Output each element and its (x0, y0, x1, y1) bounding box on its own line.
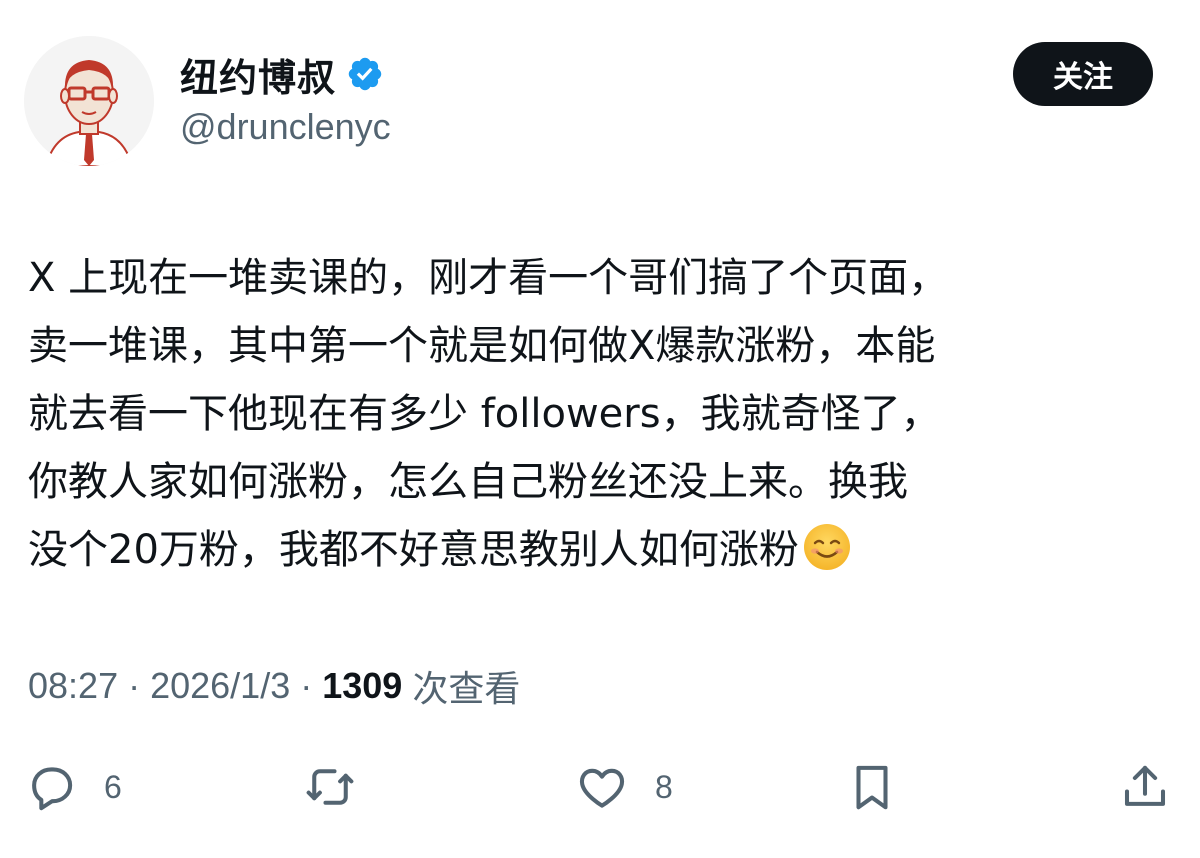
like-button[interactable]: 8 (575, 758, 673, 816)
bookmark-button[interactable] (845, 758, 925, 816)
tweet-time[interactable]: 08:27 (28, 665, 118, 707)
avatar-illustration (24, 36, 154, 166)
tweet-line-last: 没个20万粉，我都不好意思教别人如何涨粉 (28, 516, 1178, 584)
reply-button[interactable]: 6 (24, 758, 122, 816)
tweet-meta: 08:27 · 2026/1/3 · 1309 次查看 (28, 658, 520, 714)
views-count: 1309 (322, 665, 403, 706)
like-icon (575, 760, 629, 814)
tweet-text: X 上现在一堆卖课的，刚才看一个哥们搞了个页面， 卖一堆课，其中第一个就是如何做… (28, 244, 1178, 584)
author-handle[interactable]: @drunclenyc (180, 106, 391, 148)
tweet-line: 卖一堆课，其中第一个就是如何做X爆款涨粉，本能 (28, 323, 936, 369)
tweet-line-text: 没个20万粉，我都不好意思教别人如何涨粉 (28, 527, 799, 573)
verified-badge-icon[interactable] (346, 55, 384, 93)
reply-icon (24, 760, 78, 814)
share-button[interactable] (1118, 758, 1198, 816)
bookmark-icon (845, 760, 899, 814)
display-name[interactable]: 纽约博叔 (180, 47, 336, 102)
repost-button[interactable] (303, 758, 383, 816)
like-count: 8 (655, 768, 673, 805)
tweet-date[interactable]: 2026/1/3 (150, 665, 290, 707)
meta-separator: · (300, 665, 313, 706)
repost-icon (303, 760, 357, 814)
tweet-line: 就去看一下他现在有多少 followers，我就奇怪了， (28, 391, 941, 437)
reply-count: 6 (104, 768, 122, 805)
tweet-line: X 上现在一堆卖课的，刚才看一个哥们搞了个页面， (28, 255, 949, 301)
share-icon (1118, 760, 1172, 814)
author-name-row: 纽约博叔 (180, 46, 384, 102)
meta-separator: · (128, 665, 141, 706)
views-label: 次查看 (412, 668, 521, 709)
smiling-face-icon (801, 521, 853, 573)
avatar[interactable] (24, 36, 154, 166)
tweet-line: 你教人家如何涨粉，怎么自己粉丝还没上来。换我 (28, 459, 908, 505)
follow-button[interactable]: 关注 (1013, 42, 1153, 106)
